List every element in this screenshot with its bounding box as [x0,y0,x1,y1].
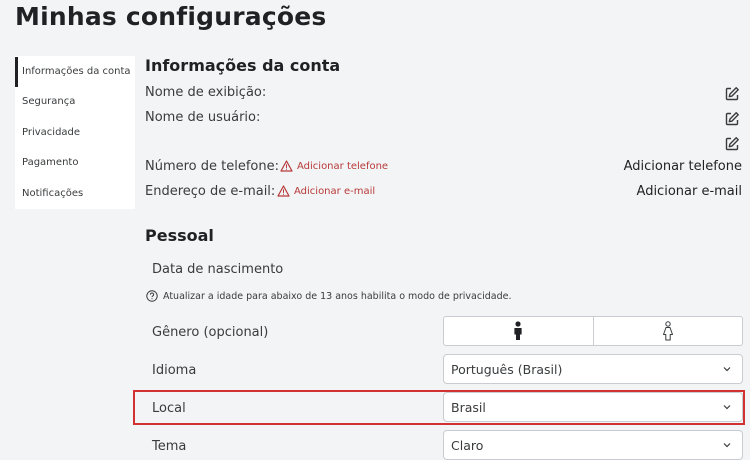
edit-icon[interactable] [724,111,740,127]
language-label: Idioma [152,363,197,378]
age-hint: Atualizar a idade para abaixo de 13 anos… [146,290,511,302]
phone-warning-text: Adicionar telefone [297,160,389,172]
phone-warning: Adicionar telefone [280,160,388,172]
edit-icon[interactable] [724,86,740,102]
edit-icon[interactable] [724,136,740,152]
username-label: Nome de usuário: [145,110,261,125]
theme-select-value: Claro [451,437,484,453]
warning-icon [280,160,293,172]
sidebar-item-notifications[interactable]: Notificações [15,179,135,209]
gender-label: Gênero (opcional) [152,325,269,340]
gender-selector [443,316,743,346]
theme-select[interactable]: Claro [443,430,743,460]
sidebar-item-security[interactable]: Segurança [15,87,135,117]
sidebar-item-privacy[interactable]: Privacidade [15,118,135,148]
email-warning: Adicionar e-mail [277,185,375,197]
help-icon [146,290,158,302]
sidebar-item-account-info[interactable]: Informações da conta [15,57,135,87]
account-info-heading: Informações da conta [145,56,341,75]
add-phone-button[interactable]: Adicionar telefone [624,159,742,174]
add-email-button[interactable]: Adicionar e-mail [637,184,742,199]
email-label: Endereço de e-mail: [145,184,276,199]
language-select[interactable]: Português (Brasil) [443,354,743,384]
phone-label: Número de telefone: [145,159,280,174]
female-icon [662,321,673,341]
page-title: Minhas configurações [15,2,327,31]
email-warning-text: Adicionar e-mail [294,185,376,197]
warning-icon [277,185,290,197]
male-icon [514,321,522,340]
age-hint-text: Atualizar a idade para abaixo de 13 anos… [163,290,512,302]
settings-sidebar: Informações da conta Segurança Privacida… [15,56,135,209]
gender-male-option[interactable] [444,317,593,345]
birthdate-label: Data de nascimento [152,262,284,277]
chevron-down-icon [723,443,731,448]
language-select-value: Português (Brasil) [451,361,563,377]
personal-heading: Pessoal [145,226,214,245]
location-label: Local [152,401,186,416]
theme-label: Tema [152,439,187,454]
location-select-value: Brasil [451,399,486,415]
sidebar-item-payment[interactable]: Pagamento [15,148,135,178]
location-select[interactable]: Brasil [443,392,743,422]
gender-female-option[interactable] [592,317,743,345]
display-name-label: Nome de exibição: [145,85,267,100]
chevron-down-icon [723,367,731,372]
chevron-down-icon [723,405,731,410]
